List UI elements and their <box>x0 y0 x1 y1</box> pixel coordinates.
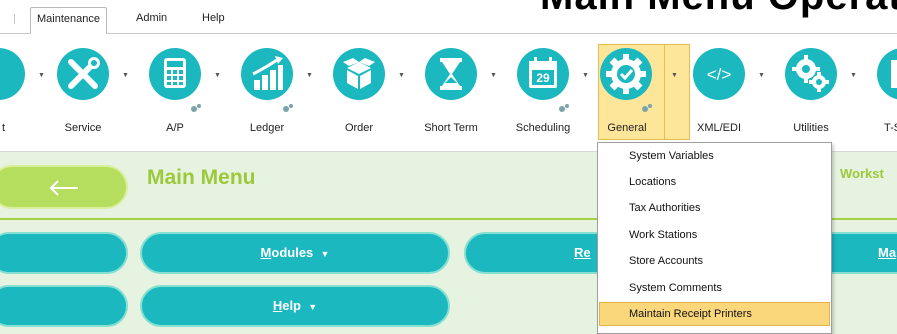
tab-admin[interactable]: Admin <box>130 7 173 34</box>
modules-button[interactable]: Modules ▼ <box>140 232 450 274</box>
chevron-down-icon[interactable]: ▼ <box>490 72 498 80</box>
calendar-day-text: 29 <box>536 71 550 85</box>
caret-down-icon: ▼ <box>308 302 318 312</box>
gears-icon <box>785 48 837 100</box>
ribbon-item-utilities[interactable]: Utilities ▼ <box>766 34 858 152</box>
ribbon-toolbar: t ▼ Service ▼ A/P ▼ Ledger ▼ Order ▼ Sho… <box>0 34 897 152</box>
clipboard-icon <box>0 48 25 100</box>
calculator-icon <box>149 48 201 100</box>
chevron-down-icon[interactable]: ▼ <box>758 72 766 80</box>
box-icon <box>333 48 385 100</box>
maint-label-clipped: Ma <box>878 245 897 260</box>
ribbon-item-label: A/P <box>166 122 184 134</box>
tab-maintenance[interactable]: Maintenance <box>30 7 107 34</box>
gear-badge-icon <box>600 48 652 100</box>
tab-separator <box>14 14 15 24</box>
bar-chart-growth-icon <box>241 48 293 100</box>
ribbon-item-label: Ledger <box>249 122 285 134</box>
tab-help[interactable]: Help <box>196 7 231 34</box>
menu-item-store-accounts[interactable]: Store Accounts <box>599 249 830 273</box>
ribbon-item-xml-edi[interactable]: </> XML/EDI ▼ <box>674 34 766 152</box>
ribbon-item-label: Service <box>64 122 102 134</box>
chevron-down-icon[interactable]: ▼ <box>850 72 858 80</box>
ribbon-item-short-term[interactable]: Short Term ▼ <box>406 34 498 152</box>
back-button[interactable] <box>0 165 128 209</box>
help-mnemonic: H <box>272 298 283 313</box>
wrench-screwdriver-icon <box>57 48 109 100</box>
ribbon-item-service[interactable]: Service ▼ <box>38 34 130 152</box>
document-icon <box>877 48 897 100</box>
menu-item-system-variables[interactable]: System Variables <box>599 144 830 168</box>
menu-button-left-row2[interactable] <box>0 285 128 327</box>
ribbon-item-label: Short Term <box>424 122 478 134</box>
arrow-left-icon <box>49 180 78 196</box>
ribbon-item-general[interactable]: General ▼ <box>590 34 690 152</box>
help-button[interactable]: Help ▼ <box>140 285 450 327</box>
page-heading-text: Main Menu Operations <box>540 0 897 19</box>
ribbon-item-label: General <box>607 122 647 134</box>
workstation-label: Workst <box>840 166 884 181</box>
small-gears-icon <box>558 100 570 112</box>
help-label: elp <box>282 298 302 313</box>
small-gears-icon <box>641 100 653 112</box>
chevron-down-icon[interactable]: ▼ <box>122 72 130 80</box>
modules-label: odules <box>271 245 314 260</box>
chevron-down-icon[interactable]: ▼ <box>306 72 314 80</box>
calendar-icon: 29 <box>517 48 569 100</box>
ribbon-item-label: XML/EDI <box>696 122 741 134</box>
ribbon-item-ap[interactable]: A/P ▼ <box>130 34 222 152</box>
ribbon-item-label: T-S <box>884 122 897 134</box>
ribbon-item-label: Scheduling <box>515 122 571 134</box>
menu-item-system-comments[interactable]: System Comments <box>599 276 830 300</box>
chevron-down-icon[interactable]: ▼ <box>582 72 590 80</box>
menu-tab-strip: Maintenance Admin Help Main Menu Operati… <box>0 0 897 34</box>
ribbon-item-ts[interactable]: T-S <box>858 34 897 152</box>
chevron-down-icon[interactable]: ▼ <box>214 72 222 80</box>
menu-button-left-row1[interactable] <box>0 232 128 274</box>
menu-item-work-stations[interactable]: Work Stations <box>599 223 830 247</box>
caret-down-icon: ▼ <box>320 249 330 259</box>
small-gears-icon <box>190 100 202 112</box>
general-dropdown-menu: System Variables Locations Tax Authoriti… <box>597 142 832 334</box>
reports-label-clipped: Re <box>574 245 591 260</box>
ribbon-item-ledger[interactable]: Ledger ▼ <box>222 34 314 152</box>
main-menu-title: Main Menu <box>147 166 256 189</box>
ribbon-item-order[interactable]: Order ▼ <box>314 34 406 152</box>
modules-mnemonic: M <box>260 245 272 260</box>
ribbon-item-label: Utilities <box>793 122 829 134</box>
ribbon-item-label: Order <box>344 122 374 134</box>
hourglass-icon <box>425 48 477 100</box>
chevron-down-icon[interactable]: ▼ <box>398 72 406 80</box>
ribbon-item-scheduling[interactable]: 29 Scheduling ▼ <box>498 34 590 152</box>
small-gears-icon <box>282 100 294 112</box>
menu-item-locations[interactable]: Locations <box>599 170 830 194</box>
menu-item-maintain-receipt-printers[interactable]: Maintain Receipt Printers <box>599 302 830 326</box>
page-heading-clipped: Main Menu Operations <box>540 0 897 34</box>
code-icon: </> <box>693 48 745 100</box>
menu-item-tax-authorities[interactable]: Tax Authorities <box>599 196 830 220</box>
code-glyph: </> <box>707 65 732 84</box>
